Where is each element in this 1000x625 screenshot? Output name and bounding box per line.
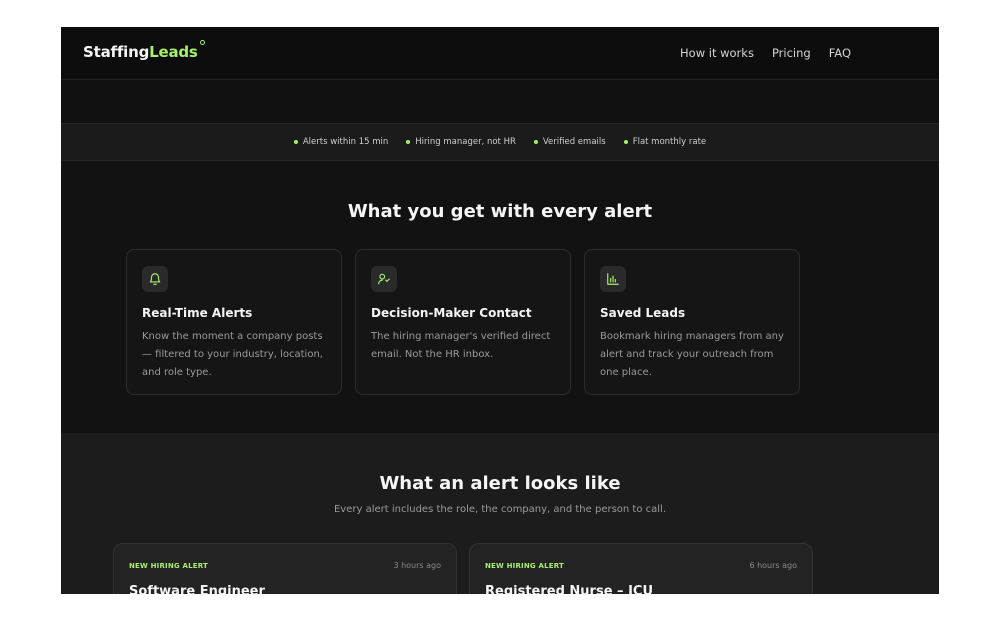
bullet-dot-icon — [623, 140, 628, 144]
bullet-dot-icon — [293, 140, 298, 144]
benefit-card-decision-maker-contact: Decision-Maker Contact The hiring manage… — [355, 249, 571, 395]
feature-label: Alerts within 15 min — [302, 137, 389, 147]
alert-role-title: Registered Nurse – ICU — [485, 584, 654, 594]
benefits-section: What you get with every alert Real-Time … — [61, 161, 939, 433]
card-description: Know the moment a company posts — filter… — [142, 331, 323, 378]
feature-label: Verified emails — [542, 137, 606, 147]
alert-preview-title: What an alert looks like — [379, 473, 621, 494]
feature-item: Flat monthly rate — [623, 137, 707, 147]
feature-item: Hiring manager, not HR — [406, 137, 516, 147]
benefit-card-saved-leads: Saved Leads Bookmark hiring managers fro… — [584, 249, 800, 395]
bell-icon — [142, 266, 168, 292]
bullet-dot-icon — [406, 140, 411, 144]
bullet-dot-icon — [533, 140, 538, 144]
feature-item: Verified emails — [533, 137, 606, 147]
user-check-icon — [371, 266, 397, 292]
feature-bar: Alerts within 15 min Hiring manager, not… — [61, 123, 939, 161]
bar-chart-icon — [600, 266, 626, 292]
alert-timestamp: 6 hours ago — [749, 561, 797, 570]
logo[interactable]: StaffingLeads — [83, 40, 205, 61]
card-description: The hiring manager's verified direct ema… — [371, 331, 551, 360]
feature-item: Alerts within 15 min — [293, 137, 389, 147]
alert-card[interactable]: NEW HIRING ALERT 3 hours ago Software En… — [113, 543, 457, 594]
hero-strip — [61, 80, 939, 123]
logo-text-leads: Leads — [149, 43, 198, 61]
alert-timestamp: 3 hours ago — [393, 561, 441, 570]
feature-label: Hiring manager, not HR — [415, 137, 516, 147]
logo-dot-icon — [199, 40, 205, 45]
nav-link-faq[interactable]: FAQ — [829, 46, 851, 60]
benefit-card-real-time-alerts: Real-Time Alerts Know the moment a compa… — [126, 249, 342, 395]
nav-links: How it works Pricing FAQ — [680, 46, 851, 60]
nav-link-how-it-works[interactable]: How it works — [680, 46, 754, 60]
card-title: Real-Time Alerts — [142, 306, 253, 320]
logo-text-staffing: Staffing — [83, 43, 150, 61]
alert-badge: NEW HIRING ALERT — [129, 562, 209, 570]
page-frame: StaffingLeads How it works Pricing FAQ A… — [61, 27, 939, 594]
card-title: Saved Leads — [600, 306, 686, 320]
feature-label: Flat monthly rate — [632, 137, 707, 147]
top-nav: StaffingLeads How it works Pricing FAQ — [61, 27, 939, 80]
alert-card[interactable]: NEW HIRING ALERT 6 hours ago Registered … — [469, 543, 813, 594]
card-title: Decision-Maker Contact — [371, 306, 532, 320]
alert-preview-section: What an alert looks like Every alert inc… — [61, 433, 939, 594]
nav-link-pricing[interactable]: Pricing — [772, 46, 811, 60]
alert-preview-subtitle: Every alert includes the role, the compa… — [333, 504, 667, 515]
alert-badge: NEW HIRING ALERT — [485, 562, 565, 570]
alert-role-title: Software Engineer — [129, 584, 265, 594]
benefits-title: What you get with every alert — [347, 201, 653, 222]
card-description: Bookmark hiring managers from any alert … — [600, 331, 784, 378]
